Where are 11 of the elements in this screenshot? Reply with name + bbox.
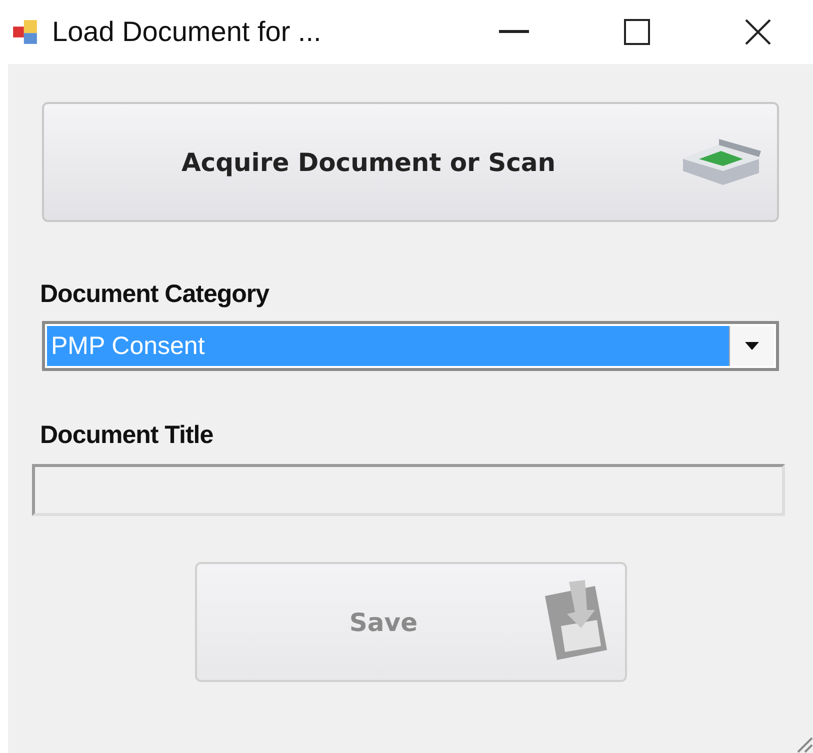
close-icon[interactable] — [745, 19, 771, 45]
input-field[interactable] — [32, 464, 785, 516]
acquire-button[interactable]: Acquire Document or Scan — [42, 102, 779, 222]
window-title: Load Document for ... — [52, 16, 322, 48]
field-label: Document Category — [40, 280, 270, 309]
maximize-icon[interactable] — [624, 19, 650, 45]
dropdown-arrow-icon — [745, 342, 759, 350]
category-dropdown[interactable]: PMP Consent — [42, 321, 779, 371]
field-label: Document Title — [40, 421, 214, 450]
app-icon — [12, 19, 38, 45]
minimize-icon[interactable] — [499, 30, 529, 34]
